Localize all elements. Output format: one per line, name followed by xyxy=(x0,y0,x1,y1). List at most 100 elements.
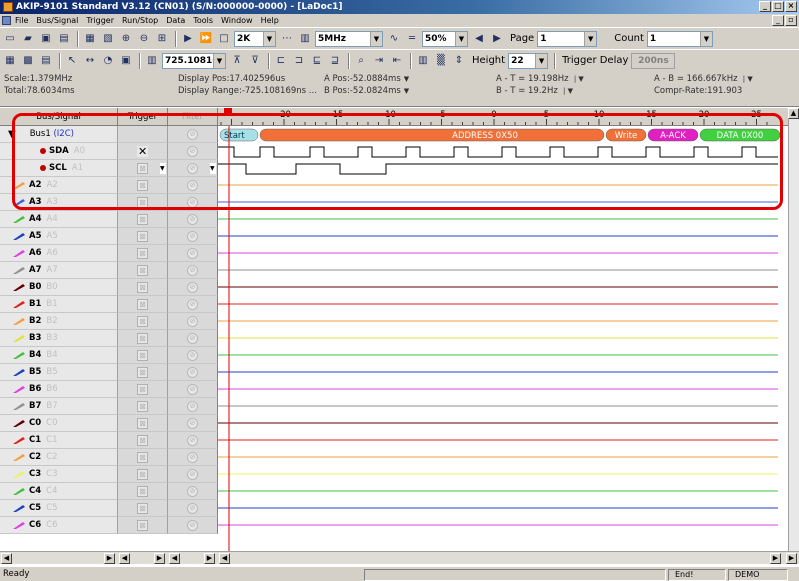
view-icon[interactable]: ▥ xyxy=(144,53,160,69)
menu-trigger[interactable]: Trigger xyxy=(86,16,114,25)
scroll-right-icon[interactable]: ▶ xyxy=(104,553,115,564)
maximize-button[interactable]: □ xyxy=(772,1,784,12)
line-icon[interactable]: ═ xyxy=(404,31,420,47)
trigger-edge-icon[interactable]: ⊠ xyxy=(137,383,148,395)
channel-row-c4[interactable]: C4 C4 ⊠ ⊘ xyxy=(0,483,218,500)
filter-icon[interactable]: ⊘ xyxy=(187,383,198,395)
trigger-edge-icon[interactable]: ⊠ xyxy=(137,264,148,276)
channel-row-c1[interactable]: C1 C1 ⊠ ⊘ xyxy=(0,432,218,449)
goto-a-icon[interactable]: ⊼ xyxy=(229,53,245,69)
open-folder-icon[interactable]: ▰ xyxy=(20,31,36,47)
sample-depth-select[interactable]: 2K ▼ xyxy=(234,30,276,47)
trigger-edge-icon[interactable]: ⊠ xyxy=(137,468,148,480)
scroll-right-icon[interactable]: ▶ xyxy=(786,553,797,564)
time-position-select[interactable]: 725.10816│ ▼ xyxy=(162,52,226,69)
scroll-left-icon[interactable]: ◀ xyxy=(119,553,130,564)
channel-row-c2[interactable]: C2 C2 ⊠ ⊘ xyxy=(0,449,218,466)
a-b-readout[interactable]: A - B = 166.667kHz | ▼ xyxy=(654,74,753,84)
filter-icon[interactable]: ⊘ xyxy=(187,417,198,429)
menu-tools[interactable]: Tools xyxy=(193,16,213,25)
scroll-up-icon[interactable]: ▲ xyxy=(788,108,799,119)
menu-run-stop[interactable]: Run/Stop xyxy=(122,16,158,25)
channel-row-b4[interactable]: B4 B4 ⊠ ⊘ xyxy=(0,347,218,364)
scroll-right-icon[interactable]: ▶ xyxy=(770,553,781,564)
cursor-icon[interactable]: ↖ xyxy=(64,53,80,69)
trigger-edge-icon[interactable]: ⊠ xyxy=(137,332,148,344)
menu-help[interactable]: Help xyxy=(261,16,279,25)
filter-icon[interactable]: ⊘ xyxy=(187,128,198,140)
chevron-down-icon[interactable]: ▼ xyxy=(210,163,216,174)
filter-icon[interactable]: ⊘ xyxy=(187,519,198,531)
trigger-edge-icon[interactable]: ⊠ xyxy=(137,434,148,446)
goto-b-icon[interactable]: ⊽ xyxy=(247,53,263,69)
scroll-left-icon[interactable]: ◀ xyxy=(219,553,230,564)
trigger-x-icon[interactable]: ✕ xyxy=(137,145,148,157)
search-icon[interactable]: ⌕ xyxy=(353,53,369,69)
channel-row-c6[interactable]: C6 C6 ⊠ ⊘ xyxy=(0,517,218,534)
measure-icon[interactable]: ↔ xyxy=(82,53,98,69)
bus-edit-icon[interactable]: ⊐ xyxy=(291,53,307,69)
channel-row-a5[interactable]: A5 A5 ⊠ ⊘ xyxy=(0,228,218,245)
bus-decode-icon[interactable]: ⊑ xyxy=(309,53,325,69)
menu-file[interactable]: File xyxy=(15,16,28,25)
document-icon[interactable] xyxy=(2,16,11,25)
trigger-edge-icon[interactable]: ⊠ xyxy=(137,417,148,429)
height-select[interactable]: 22 ▼ xyxy=(508,52,549,69)
channel-row-a2[interactable]: A2 A2 ⊠ ⊘ xyxy=(0,177,218,194)
channel-row-c0[interactable]: C0 C0 ⊠ ⊘ xyxy=(0,415,218,432)
height-icon[interactable]: ⇕ xyxy=(451,53,467,69)
channel-row-scl[interactable]: SCL A1 ⊠ ▼ ⊘ ▼ xyxy=(0,160,218,177)
trigger-edge-icon[interactable]: ⊠ xyxy=(137,247,148,259)
bus-row[interactable]: ▼ Bus1 (I2C) ⊘ xyxy=(0,126,218,143)
scroll-right-icon[interactable]: ▶ xyxy=(154,553,165,564)
channel-row-a4[interactable]: A4 A4 ⊠ ⊘ xyxy=(0,211,218,228)
trigger-edge-icon[interactable]: ⊠ xyxy=(137,162,148,174)
filter-icon[interactable]: ⊘ xyxy=(187,247,198,259)
trigger-edge-icon[interactable]: ⊠ xyxy=(137,315,148,327)
filter-icon[interactable]: ⊘ xyxy=(187,196,198,208)
doc-minimize-button[interactable]: _ xyxy=(772,15,784,26)
page-select[interactable]: 1 ▼ xyxy=(537,30,598,47)
filter-icon[interactable]: ⊘ xyxy=(187,332,198,344)
search-next-icon[interactable]: ⇥ xyxy=(371,53,387,69)
trigger-edge-icon[interactable]: ⊠ xyxy=(137,281,148,293)
a-t-readout[interactable]: A - T = 19.198Hz | ▼ xyxy=(496,74,584,84)
filter-icon[interactable]: ⊘ xyxy=(187,366,198,378)
trigger-edge-icon[interactable]: ⊠ xyxy=(137,298,148,310)
channel-row-b0[interactable]: B0 B0 ⊠ ⊘ xyxy=(0,279,218,296)
channel-row-a3[interactable]: A3 A3 ⊠ ⊘ xyxy=(0,194,218,211)
filter-icon[interactable]: ⊘ xyxy=(187,162,198,174)
b-t-readout[interactable]: B - T = 19.2Hz | ▼ xyxy=(496,86,573,96)
filter-icon[interactable]: ⊘ xyxy=(187,485,198,497)
filter-icon[interactable]: ⊘ xyxy=(187,349,198,361)
window-icon[interactable]: ▣ xyxy=(118,53,134,69)
filter-icon[interactable]: ⊘ xyxy=(187,281,198,293)
settings-icon[interactable]: ▥ xyxy=(415,53,431,69)
zoom-out-icon[interactable]: ⊖ xyxy=(136,31,152,47)
vertical-scrollbar[interactable]: ▲ xyxy=(788,108,799,551)
new-file-icon[interactable]: ▭ xyxy=(2,31,18,47)
channel-row-a6[interactable]: A6 A6 ⊠ ⊘ xyxy=(0,245,218,262)
sample-icon[interactable]: ⋯ xyxy=(279,31,295,47)
trigger-edge-icon[interactable]: ⊠ xyxy=(137,485,148,497)
menu-data[interactable]: Data xyxy=(166,16,185,25)
sample-rate-select[interactable]: 5MHz ▼ xyxy=(315,30,383,47)
bus-add-icon[interactable]: ⊏ xyxy=(273,53,289,69)
b-pos-readout[interactable]: B Pos:-52.0824ms ▼ xyxy=(324,86,409,96)
menu-bus-signal[interactable]: Bus/Signal xyxy=(36,16,78,25)
chevron-down-icon[interactable]: ▼ xyxy=(160,163,166,174)
minimize-button[interactable]: _ xyxy=(759,1,771,12)
table-icon[interactable]: ▩ xyxy=(20,53,36,69)
trigger-edge-icon[interactable]: ⊠ xyxy=(137,196,148,208)
column-header-trigger[interactable]: Trigger xyxy=(118,108,168,126)
filter-icon[interactable]: ⊘ xyxy=(187,264,198,276)
color-icon[interactable]: ▒ xyxy=(433,53,449,69)
run-repeat-icon[interactable]: ⏩ xyxy=(198,31,214,47)
filter-icon[interactable]: ⊘ xyxy=(187,434,198,446)
trigger-delay-field[interactable]: 200ns xyxy=(631,52,676,69)
doc-restore-button[interactable]: ▫ xyxy=(785,15,797,26)
menu-window[interactable]: Window xyxy=(221,16,253,25)
scroll-left-icon[interactable]: ◀ xyxy=(1,553,12,564)
scroll-right-icon[interactable]: ▶ xyxy=(204,553,215,564)
zoom-fit-icon[interactable]: ⊞ xyxy=(154,31,170,47)
